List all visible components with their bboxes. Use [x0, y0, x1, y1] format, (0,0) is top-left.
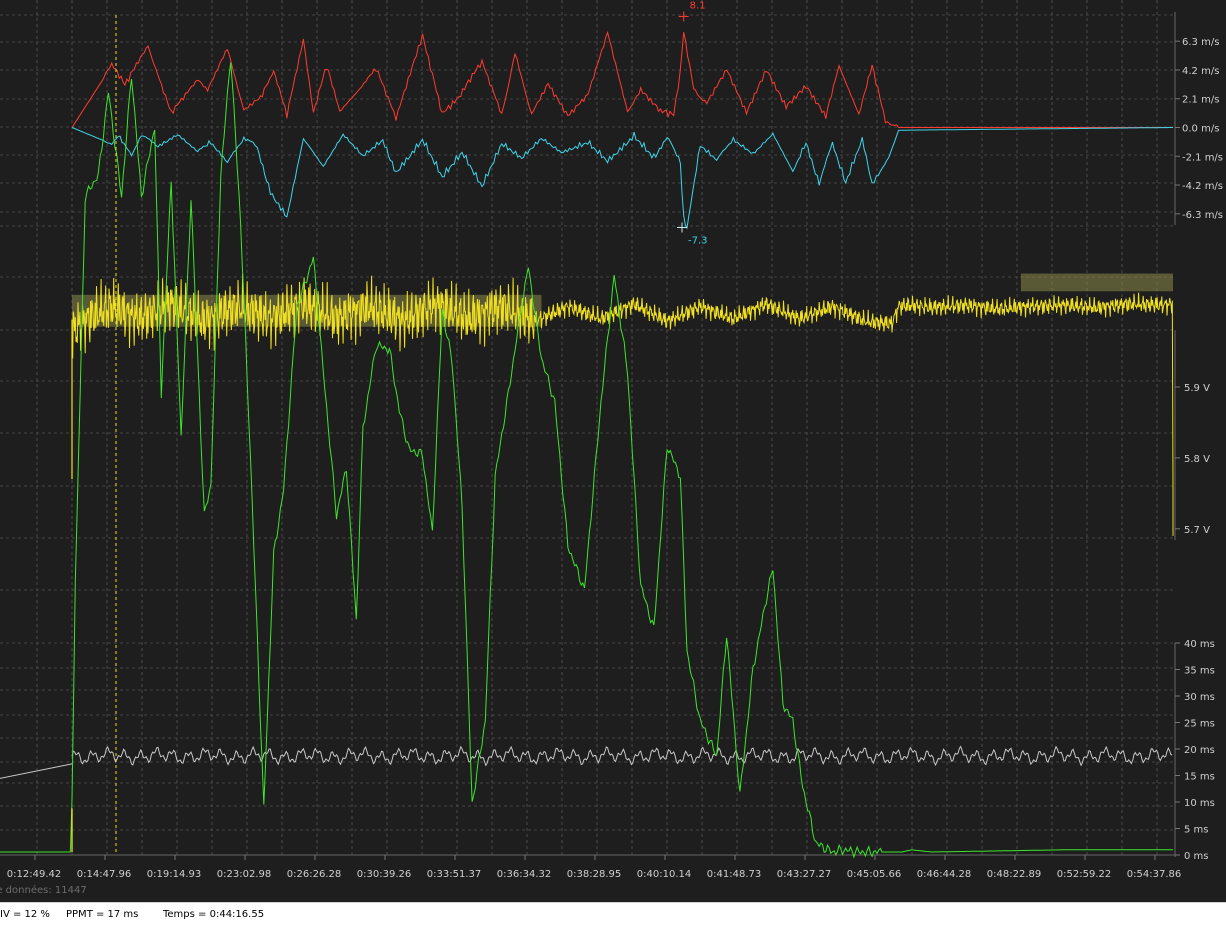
- x-tick-label: 0:26:26.28: [287, 869, 341, 880]
- frame-tick-label: 15 ms: [1184, 772, 1215, 783]
- data-count-label: de données: 11447: [0, 884, 87, 896]
- voltage-tick-label: 5.7 V: [1184, 525, 1210, 536]
- voltage-tick-label: 5.8 V: [1184, 454, 1210, 465]
- chart-canvas[interactable]: 6.3 m/s 4.2 m/s 2.1 m/s 0.0 m/s -2.1 m/s -4.2…: [0, 0, 1226, 902]
- x-tick-label: 0:33:51.37: [427, 869, 481, 880]
- status-ppmt: PPMT = 17 ms: [66, 909, 139, 920]
- frame-tick-label: 40 ms: [1184, 639, 1215, 650]
- speed-tick-label: 4.2 m/s: [1182, 66, 1219, 77]
- x-tick-label: 0:30:39.26: [357, 869, 411, 880]
- speed-tick-label: -6.3 m/s: [1182, 210, 1223, 221]
- voltage-band-end: [1020, 273, 1173, 292]
- x-tick-label: 0:40:10.14: [637, 869, 691, 880]
- status-temps: Temps = 0:44:16.55: [163, 909, 265, 920]
- x-tick-label: 0:14:47.96: [77, 869, 131, 880]
- x-tick-label: 0:46:44.28: [917, 869, 971, 880]
- speed-tick-label: 0.0 m/s: [1182, 124, 1219, 135]
- chart-grid: [0, 0, 1175, 855]
- voltage-tick-label: 5.9 V: [1184, 383, 1210, 394]
- x-tick-label: 0:54:37.86: [1127, 869, 1181, 880]
- status-bar: IV = 12 % PPMT = 17 ms Temps = 0:44:16.5…: [0, 902, 1226, 927]
- frame-tick-label: 10 ms: [1184, 798, 1215, 809]
- speed-positive-line: [71, 30, 1173, 128]
- x-tick-label: 0:36:34.32: [497, 869, 551, 880]
- speed-tick-label: 2.1 m/s: [1182, 95, 1219, 106]
- speed-tick-label: 6.3 m/s: [1182, 37, 1219, 48]
- frame-pre-line: [0, 763, 73, 779]
- frame-tick-label: 25 ms: [1184, 719, 1215, 730]
- speed-negative-line: [71, 127, 1173, 230]
- speed-tick-label: -2.1 m/s: [1182, 152, 1223, 163]
- max-label: 8.1: [690, 1, 706, 12]
- x-tick-label: 0:48:22.89: [987, 869, 1041, 880]
- frame-tick-label: 35 ms: [1184, 666, 1215, 677]
- x-tick-label: 0:19:14.93: [147, 869, 201, 880]
- frame-tick-label: 30 ms: [1184, 692, 1215, 703]
- speed-tick-label: -4.2 m/s: [1182, 181, 1223, 192]
- x-tick-label: 0:43:27.27: [777, 869, 831, 880]
- frame-time-line: [71, 745, 1173, 767]
- x-tick-label: 0:52:59.22: [1057, 869, 1111, 880]
- x-tick-label: 0:45:05.66: [847, 869, 901, 880]
- status-iv: IV = 12 %: [0, 909, 50, 920]
- x-tick-label: 0:41:48.73: [707, 869, 761, 880]
- frame-tick-label: 5 ms: [1184, 825, 1209, 836]
- telemetry-chart[interactable]: 6.3 m/s 4.2 m/s 2.1 m/s 0.0 m/s -2.1 m/s -4.2…: [0, 0, 1226, 902]
- voltage-line: [71, 273, 1174, 536]
- x-tick-label: 0:38:28.95: [567, 869, 621, 880]
- x-tick-label: 0:12:49.42: [7, 869, 61, 880]
- x-tick-label: 0:23:02.98: [217, 869, 271, 880]
- min-label: -7.3: [688, 236, 708, 247]
- frame-tick-label: 20 ms: [1184, 745, 1215, 756]
- chart-series: [0, 30, 1174, 859]
- frame-tick-label: 0 ms: [1184, 851, 1209, 862]
